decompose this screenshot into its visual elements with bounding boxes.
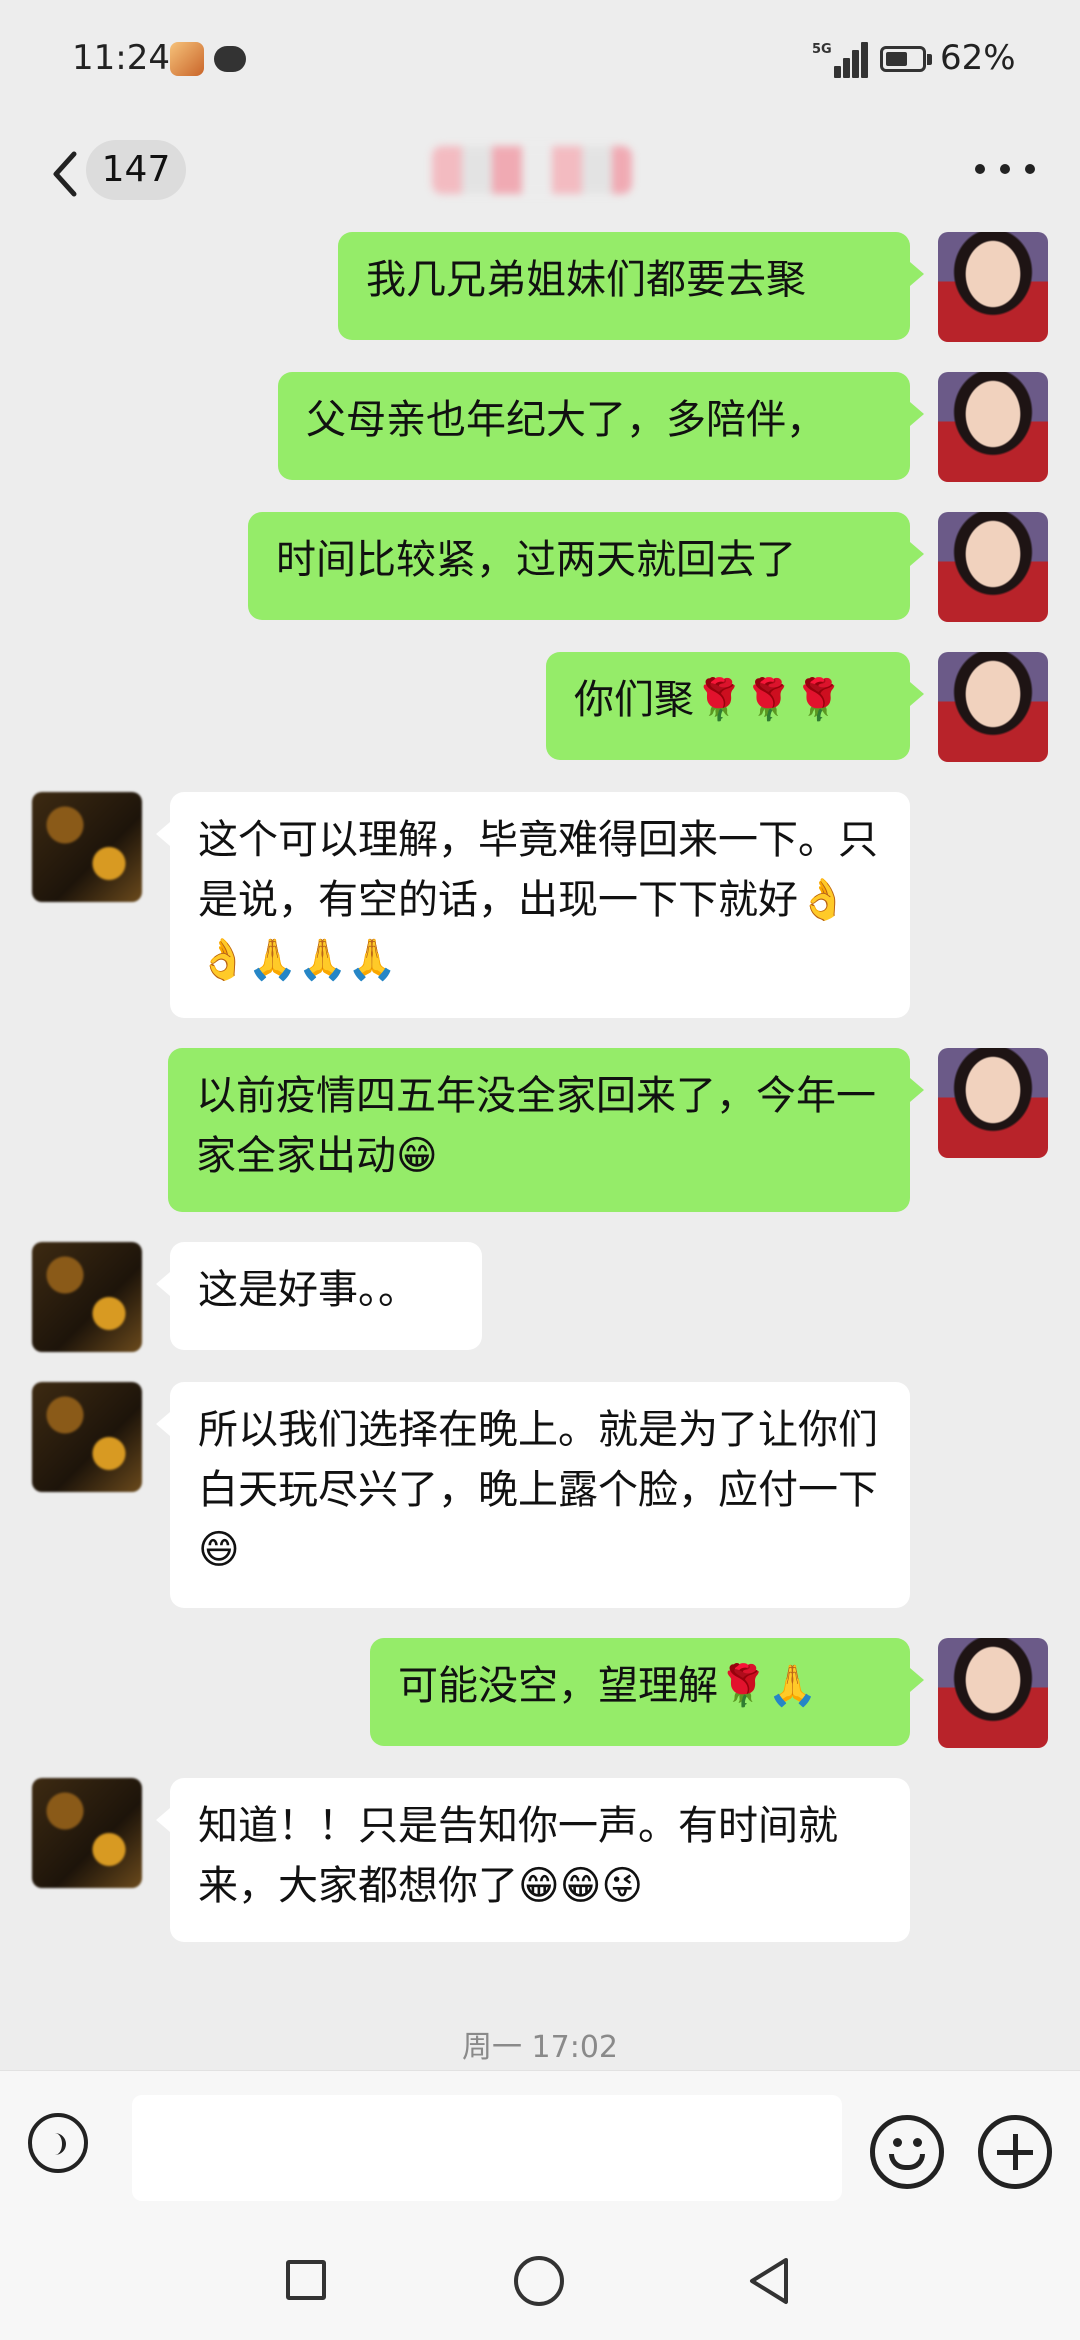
message-bubble-self[interactable]: 时间比较紧，过两天就回去了 (248, 512, 924, 620)
system-nav-bar (0, 2210, 1080, 2340)
self-avatar[interactable] (938, 232, 1048, 342)
contact-avatar[interactable] (32, 792, 142, 902)
signal-icon (812, 40, 868, 78)
emoji-icon[interactable] (870, 2115, 944, 2189)
app-notification-icon (170, 42, 204, 76)
message-bubble-self[interactable]: 你们聚🌹🌹🌹 (546, 652, 924, 760)
message-notification-icon (214, 46, 246, 72)
nav-back-icon[interactable] (744, 2254, 794, 2308)
back-chevron-icon[interactable] (44, 144, 90, 204)
self-avatar[interactable] (938, 1638, 1048, 1748)
message-bubble-self[interactable]: 以前疫情四五年没全家回来了，今年一家全家出动😁 (168, 1048, 924, 1212)
message-bubble-self[interactable]: 我几兄弟姐妹们都要去聚 (338, 232, 924, 340)
contact-avatar[interactable] (32, 1778, 142, 1888)
message-bubble-contact[interactable]: 知道！！只是告知你一声。有时间就来，大家都想你了😁😁😜 (156, 1778, 910, 1942)
message-bubble-contact[interactable]: 这个可以理解，毕竟难得回来一下。只是说，有空的话，出现一下下就好👌👌🙏🙏🙏 (156, 792, 910, 1018)
self-avatar[interactable] (938, 512, 1048, 622)
message-input[interactable] (132, 2095, 842, 2201)
message-bubble-contact[interactable]: 所以我们选择在晚上。就是为了让你们白天玩尽兴了，晚上露个脸，应付一下😄 (156, 1382, 910, 1608)
chat-header: 147 (0, 120, 1080, 232)
battery-icon (880, 46, 926, 72)
battery-percent: 62% (940, 38, 1016, 78)
self-avatar[interactable] (938, 372, 1048, 482)
contact-avatar[interactable] (32, 1242, 142, 1352)
message-bubble-contact[interactable]: 这是好事。。 (156, 1242, 482, 1350)
emoji-eye (893, 2138, 902, 2147)
emoji-mouth (889, 2154, 925, 2170)
battery-tip (927, 54, 932, 65)
home-icon[interactable] (514, 2256, 564, 2306)
more-dots-icon[interactable] (975, 164, 1035, 184)
message-bubble-self[interactable]: 可能没空，望理解🌹🙏 (370, 1638, 924, 1746)
emoji-eye (913, 2138, 922, 2147)
battery-level (886, 52, 907, 66)
message-timestamp: 周一 17:02 (462, 2030, 618, 2065)
status-time: 11:24 (72, 38, 170, 78)
unread-count-badge[interactable]: 147 (86, 140, 186, 200)
message-bubble-self[interactable]: 父母亲也年纪大了，多陪伴， (278, 372, 924, 480)
status-bar: 11:24 5G 62% (0, 0, 1080, 120)
self-avatar[interactable] (938, 652, 1048, 762)
recent-apps-icon[interactable] (286, 2260, 326, 2300)
contact-avatar[interactable] (32, 1382, 142, 1492)
self-avatar[interactable] (938, 1048, 1048, 1158)
input-bar (0, 2070, 1080, 2211)
voice-icon[interactable] (28, 2113, 88, 2173)
plus-icon[interactable] (978, 2115, 1052, 2189)
chat-title (432, 146, 632, 194)
